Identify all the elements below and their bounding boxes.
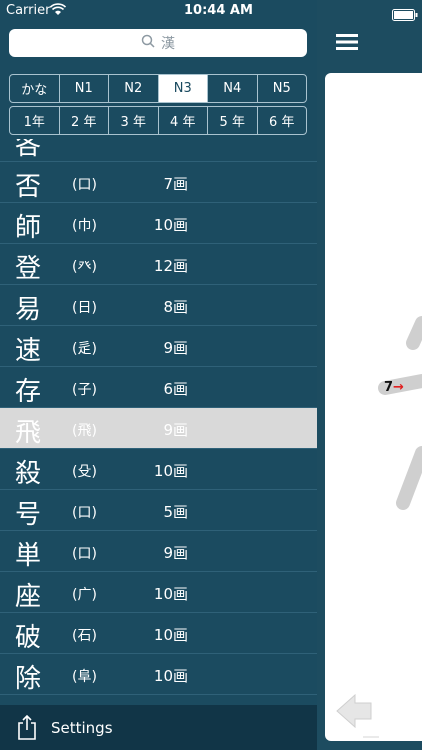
segment-level-4[interactable]: N4 bbox=[207, 75, 257, 102]
table-row[interactable]: 存 (子) 6画 bbox=[0, 367, 317, 408]
segment-grade-0[interactable]: 1年 bbox=[10, 107, 59, 134]
radical-label: (口) bbox=[72, 177, 97, 193]
stroke-count: 10画 bbox=[153, 216, 188, 234]
kanji-char: 座 bbox=[15, 582, 42, 612]
segment-level-2[interactable]: N2 bbox=[108, 75, 158, 102]
radical-label: (飛) bbox=[72, 423, 97, 439]
carrier-label: Carrier bbox=[6, 3, 51, 18]
segment-grade-4[interactable]: 5 年 bbox=[207, 107, 257, 134]
clock: 10:44 AM bbox=[184, 3, 253, 18]
share-icon[interactable] bbox=[17, 714, 37, 744]
stroke-count: 10画 bbox=[153, 585, 188, 603]
bottom-toolbar: Settings bbox=[0, 705, 317, 750]
search-placeholder: 漢 bbox=[161, 36, 175, 52]
radical-label: (日) bbox=[72, 300, 97, 316]
table-row[interactable]: 単 (口) 9画 bbox=[0, 531, 317, 572]
kanji-char: 号 bbox=[15, 500, 42, 530]
kanji-char: 師 bbox=[15, 213, 42, 243]
stroke-order-panel: 7→ bbox=[317, 0, 422, 750]
table-row[interactable]: 否 (口) 7画 bbox=[0, 162, 317, 203]
radical-label: (广) bbox=[72, 587, 97, 603]
radical-label: (阜) bbox=[72, 669, 97, 685]
segment-grade-5[interactable]: 6 年 bbox=[256, 107, 307, 134]
level-segmented-control: かな N1 N2 N3 N4 N5 bbox=[9, 74, 307, 103]
table-row[interactable]: 登 (癶) 12画 bbox=[0, 244, 317, 285]
search-icon bbox=[141, 34, 155, 52]
kanji-char: 否 bbox=[15, 172, 42, 202]
segment-level-0[interactable]: かな bbox=[10, 75, 59, 102]
kanji-char: 存 bbox=[15, 377, 42, 407]
segment-grade-2[interactable]: 3 年 bbox=[108, 107, 158, 134]
stroke-count: 6画 bbox=[163, 380, 188, 398]
grade-segmented-control: 1年 2 年3 年4 年5 年6 年 bbox=[9, 106, 307, 135]
kanji-char: 速 bbox=[15, 336, 42, 366]
kanji-stroke-drawing bbox=[336, 316, 422, 738]
segment-level-1[interactable]: N1 bbox=[58, 75, 109, 102]
stroke-count: 7画 bbox=[163, 175, 188, 193]
table-row[interactable]: 殺 (殳) 10画 bbox=[0, 449, 317, 490]
radical-label: (癶) bbox=[72, 259, 97, 275]
kanji-char: 易 bbox=[15, 295, 42, 325]
menu-icon[interactable] bbox=[336, 34, 358, 54]
segment-level-3[interactable]: N3 bbox=[157, 75, 207, 102]
stroke-count: 8画 bbox=[163, 298, 188, 316]
segment-grade-1[interactable]: 2 年 bbox=[58, 107, 109, 134]
list-item-partial: 宇 bbox=[0, 695, 317, 705]
stroke-count: 9画 bbox=[163, 339, 188, 357]
radical-label: (口) bbox=[72, 546, 97, 562]
radical-label: (辵) bbox=[72, 341, 97, 357]
radical-label: (石) bbox=[72, 628, 97, 644]
back-arrow-icon[interactable] bbox=[336, 693, 372, 729]
status-bar: Carrier 10:44 AM bbox=[0, 0, 422, 22]
kanji-char: 破 bbox=[15, 623, 42, 653]
stroke-count: 10画 bbox=[153, 626, 188, 644]
kanji-char: 除 bbox=[15, 664, 42, 694]
stroke-count: 12画 bbox=[153, 257, 188, 275]
stroke-number-label: 7→ bbox=[384, 380, 404, 395]
table-row[interactable]: 号 (口) 5画 bbox=[0, 490, 317, 531]
table-row[interactable]: 飛 (飛) 9画 bbox=[0, 408, 317, 449]
table-row[interactable]: 座 (广) 10画 bbox=[0, 572, 317, 613]
stroke-count: 9画 bbox=[163, 421, 188, 439]
search-field[interactable]: 漢 bbox=[9, 29, 307, 57]
stroke-count: 9画 bbox=[163, 544, 188, 562]
kanji-list[interactable]: 各 否 (口) 7画師 (巾) 10画登 (癶) 12画易 (日) 8画速 (辵) 9画存 (子) 6画… bbox=[0, 139, 317, 705]
table-row[interactable]: 除 (阜) 10画 bbox=[0, 654, 317, 695]
stroke-count: 10画 bbox=[153, 667, 188, 685]
stroke-order-card: 7→ bbox=[325, 73, 422, 741]
table-row[interactable]: 師 (巾) 10画 bbox=[0, 203, 317, 244]
kanji-char: 飛 bbox=[15, 418, 42, 448]
kanji-char: 殺 bbox=[15, 459, 42, 489]
settings-button[interactable]: Settings bbox=[51, 719, 113, 737]
table-row[interactable]: 易 (日) 8画 bbox=[0, 285, 317, 326]
kanji-list-panel: 漢 かな N1 N2 N3 N4 N5 1年 2 年3 年4 年5 年6 年 各 否 (口) 7… bbox=[0, 0, 317, 750]
radical-label: (巾) bbox=[72, 218, 97, 234]
segment-level-5[interactable]: N5 bbox=[256, 75, 307, 102]
segment-grade-3[interactable]: 4 年 bbox=[157, 107, 208, 134]
kanji-char: 単 bbox=[15, 541, 42, 571]
radical-label: (殳) bbox=[72, 464, 97, 480]
radical-label: (子) bbox=[72, 382, 97, 398]
kanji-char: 登 bbox=[15, 254, 42, 284]
table-row[interactable]: 速 (辵) 9画 bbox=[0, 326, 317, 367]
stroke-count: 5画 bbox=[163, 503, 188, 521]
radical-label: (口) bbox=[72, 505, 97, 521]
stroke-count: 10画 bbox=[153, 462, 188, 480]
wifi-icon bbox=[49, 2, 67, 20]
list-item-partial: 各 bbox=[0, 139, 317, 162]
table-row[interactable]: 破 (石) 10画 bbox=[0, 613, 317, 654]
